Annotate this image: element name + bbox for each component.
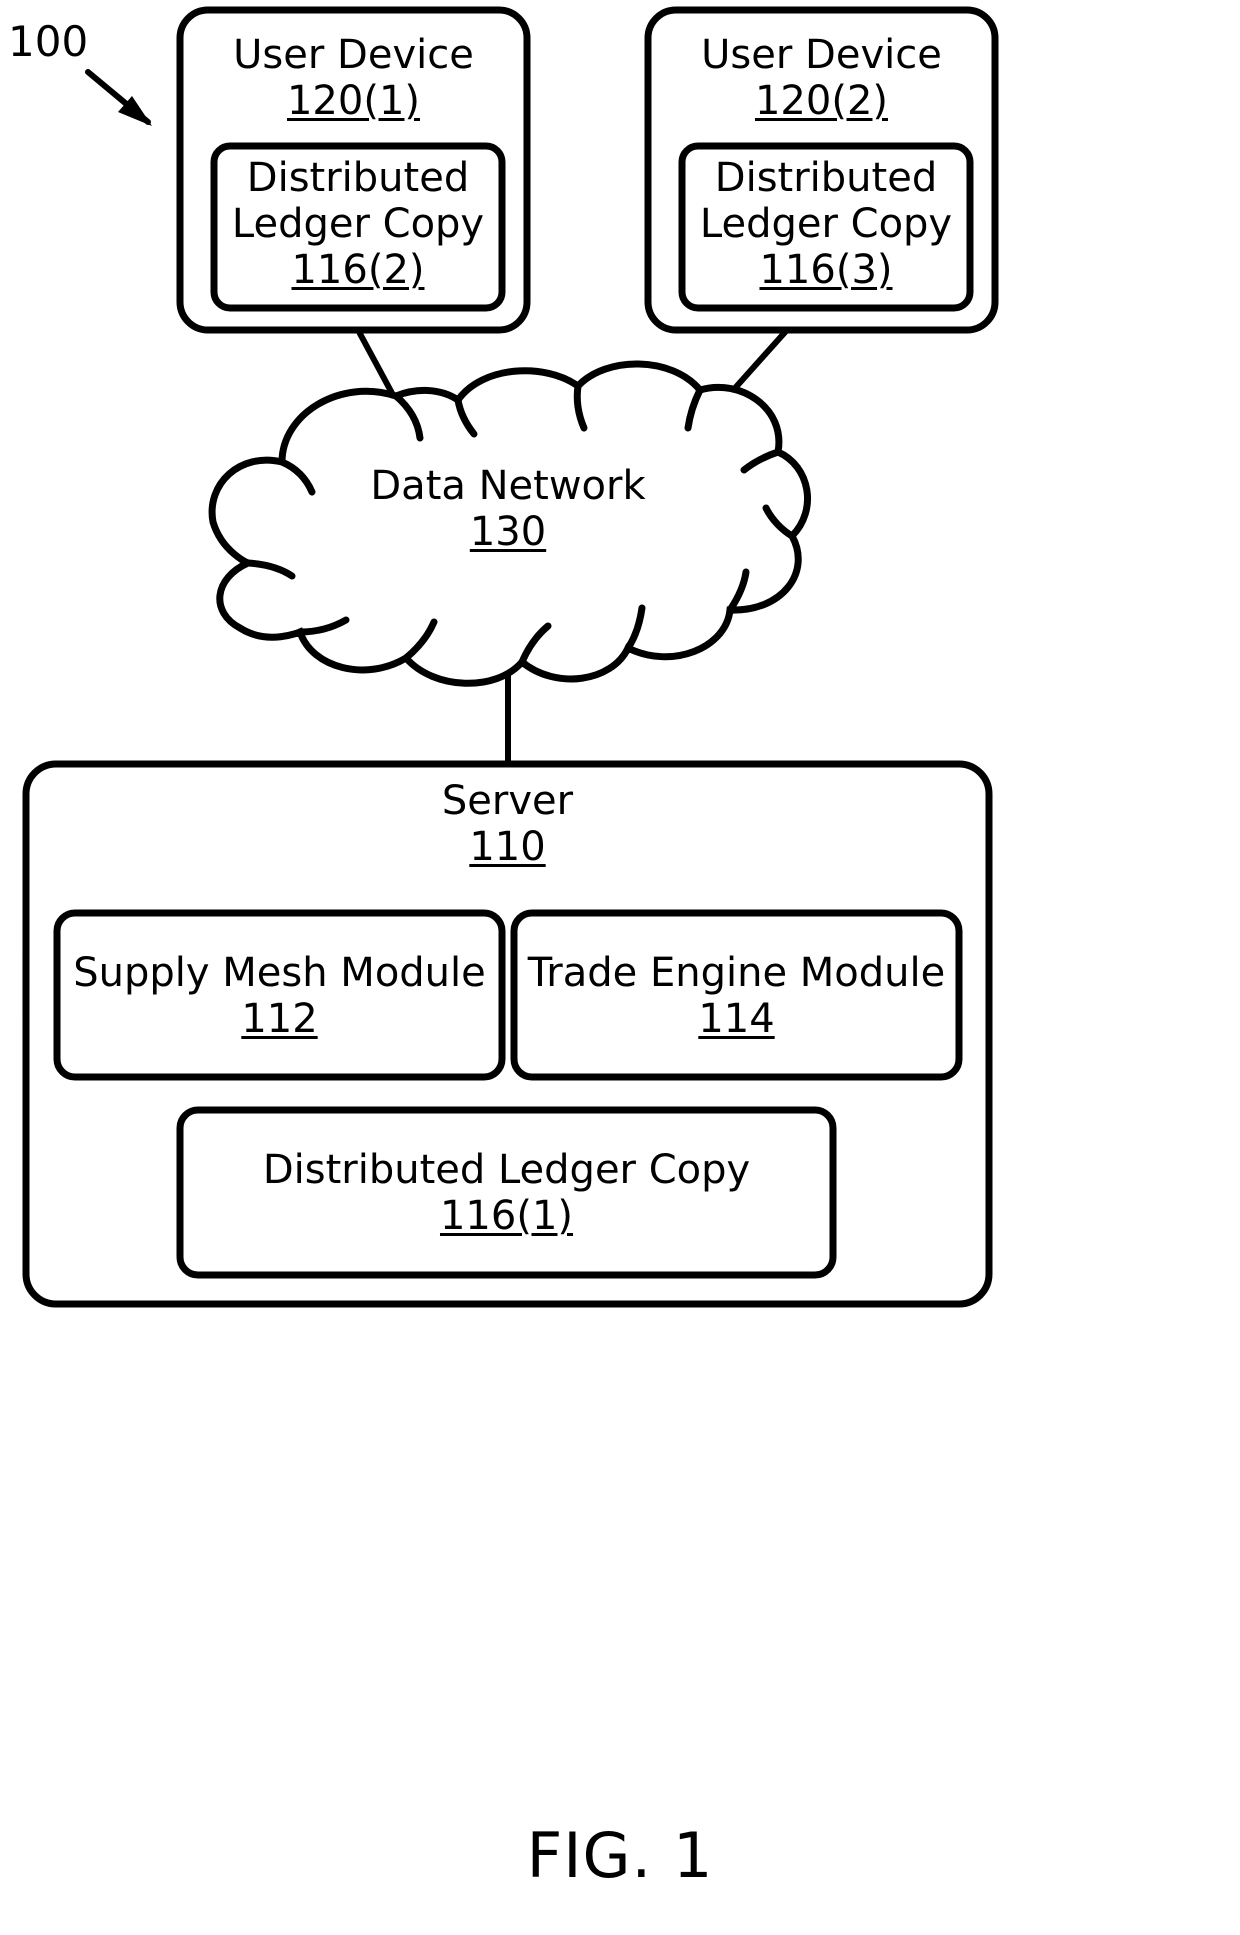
figure-canvas: 100 User Device 120(1) Distributed Ledge…	[0, 0, 1240, 1935]
ledger-copy-116-3-title-line2: Ledger Copy	[699, 201, 953, 247]
server-title: Server	[441, 778, 574, 824]
user-device-2-header: User Device 120(2)	[648, 32, 995, 124]
ledger-copy-116-2-ref: 116(2)	[291, 247, 425, 293]
ledger-copy-116-1-ref: 116(1)	[439, 1193, 573, 1239]
data-network-title: Data Network	[370, 463, 646, 509]
trade-engine-module-title: Trade Engine Module	[527, 950, 946, 996]
ledger-copy-116-3-title-line1: Distributed	[714, 155, 938, 201]
server-header: Server 110	[26, 778, 989, 870]
supply-mesh-module-title: Supply Mesh Module	[73, 950, 486, 996]
user-device-2-title: User Device	[701, 32, 942, 78]
ledger-copy-116-2-title-line1: Distributed	[246, 155, 470, 201]
connector-device1-network	[355, 327, 396, 398]
user-device-1-header: User Device 120(1)	[180, 32, 527, 124]
ledger-copy-116-1-label: Distributed Ledger Copy 116(1)	[180, 1147, 833, 1239]
user-device-1-title: User Device	[233, 32, 474, 78]
server-ref: 110	[469, 824, 546, 870]
user-device-1-ref: 120(1)	[286, 78, 420, 124]
data-network-ref: 130	[469, 509, 547, 555]
data-network-label: Data Network 130	[308, 463, 708, 555]
supply-mesh-module-ref: 112	[241, 996, 318, 1042]
ledger-copy-116-1-title: Distributed Ledger Copy	[262, 1147, 751, 1193]
supply-mesh-module-label: Supply Mesh Module 112	[57, 950, 502, 1042]
figure-caption: FIG. 1	[526, 1819, 714, 1892]
trade-engine-module-label: Trade Engine Module 114	[514, 950, 959, 1042]
ledger-copy-116-3-label: Distributed Ledger Copy 116(3)	[682, 155, 970, 293]
ledger-copy-116-2-title-line2: Ledger Copy	[231, 201, 485, 247]
system-ref-arrow	[85, 69, 152, 126]
user-device-2-ref: 120(2)	[754, 78, 888, 124]
trade-engine-module-ref: 114	[698, 996, 775, 1042]
ledger-copy-116-2-label: Distributed Ledger Copy 116(2)	[214, 155, 502, 293]
ledger-copy-116-3-ref: 116(3)	[759, 247, 893, 293]
system-reference-label: 100	[8, 17, 89, 66]
